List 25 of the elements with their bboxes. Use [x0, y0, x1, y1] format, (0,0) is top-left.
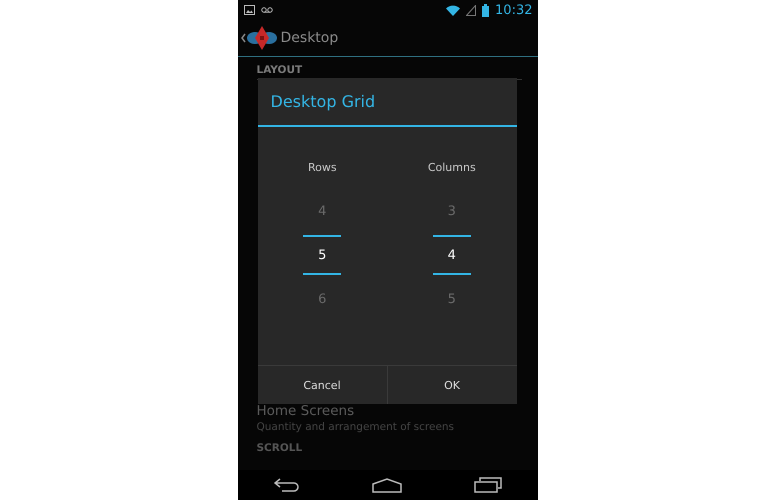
picture-notification-icon [244, 5, 254, 15]
battery-icon [482, 4, 490, 16]
screen-title: Desktop [280, 30, 338, 46]
picker-value[interactable]: 3 [432, 197, 471, 225]
clock-time: 10:32 [495, 2, 532, 18]
section-header: SCROLL [256, 442, 304, 455]
voicemail-icon [260, 7, 272, 13]
dialog-title: Desktop Grid [258, 78, 516, 127]
picker-value[interactable]: 4 [303, 197, 342, 225]
picker-value[interactable]: 5 [303, 235, 342, 275]
back-icon[interactable] [274, 478, 300, 492]
picker-label: Columns [428, 161, 476, 174]
signal-icon [466, 4, 476, 16]
picker-label: Rows [308, 161, 337, 174]
picker-value[interactable]: 6 [303, 285, 342, 313]
recent-apps-icon[interactable] [474, 477, 502, 493]
setting-summary: Quantity and arrangement of screens [256, 421, 456, 433]
home-icon[interactable] [372, 478, 402, 492]
dialog-button[interactable]: OK [386, 366, 516, 404]
picker-value[interactable]: 4 [432, 235, 471, 275]
wifi-icon [446, 4, 460, 16]
dialog-button[interactable]: Cancel [258, 366, 386, 404]
picker-value[interactable]: 5 [432, 285, 471, 313]
setting-title[interactable]: Home Screens [256, 403, 522, 419]
app-logo-icon[interactable] [240, 25, 276, 51]
